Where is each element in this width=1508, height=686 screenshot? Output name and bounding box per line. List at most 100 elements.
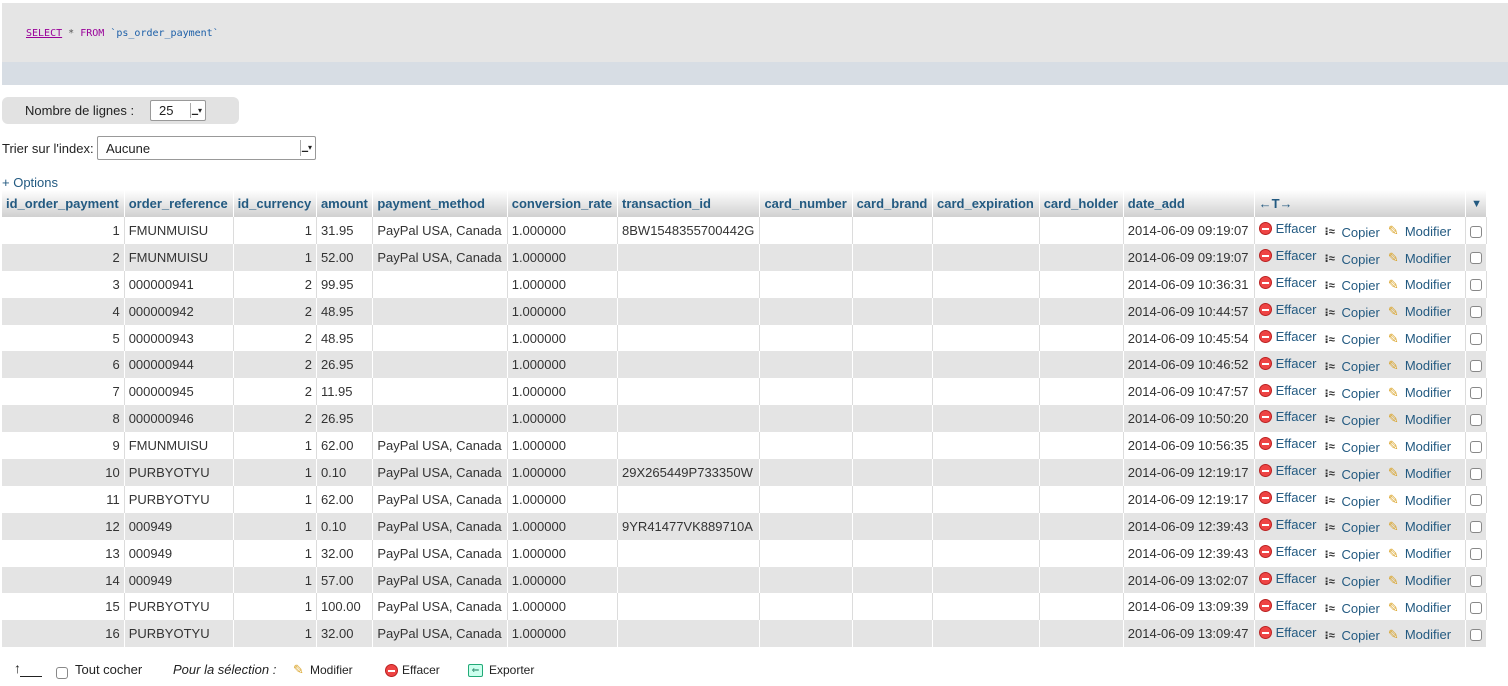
cell-transaction-id[interactable] bbox=[617, 243, 761, 271]
cell-card-brand[interactable] bbox=[852, 405, 934, 433]
cell-transaction-id[interactable] bbox=[617, 405, 761, 433]
cell-card-expiration[interactable] bbox=[932, 324, 1040, 352]
edit-button[interactable]: ✎ Modifier bbox=[1388, 519, 1451, 534]
cell-date-add[interactable]: 2014-06-09 10:45:54 bbox=[1123, 324, 1255, 352]
cell-date-add[interactable]: 2014-06-09 13:09:47 bbox=[1123, 620, 1255, 648]
cell-order-reference[interactable]: 000000941 bbox=[124, 270, 234, 298]
cell-id-currency[interactable]: 1 bbox=[233, 566, 317, 594]
cell-card-number[interactable] bbox=[759, 297, 853, 325]
cell-id-currency[interactable]: 2 bbox=[233, 270, 317, 298]
column-header-payment-method[interactable]: payment_method bbox=[372, 190, 508, 217]
cell-card-holder[interactable] bbox=[1039, 512, 1124, 540]
cell-payment-method[interactable] bbox=[372, 324, 508, 352]
cell-payment-method[interactable] bbox=[372, 405, 508, 433]
cell-payment-method[interactable]: PayPal USA, Canada bbox=[372, 432, 508, 460]
cell-card-brand[interactable] bbox=[852, 378, 934, 406]
cell-transaction-id[interactable] bbox=[617, 324, 761, 352]
edit-button[interactable]: ✎ Modifier bbox=[1388, 627, 1451, 642]
cell-id-currency[interactable]: 1 bbox=[233, 620, 317, 648]
cell-transaction-id[interactable] bbox=[617, 351, 761, 379]
cell-amount[interactable]: 0.10 bbox=[316, 512, 374, 540]
cell-card-holder[interactable] bbox=[1039, 243, 1124, 271]
cell-order-reference[interactable]: 000949 bbox=[124, 539, 234, 567]
edit-button[interactable]: ✎ Modifier bbox=[1388, 493, 1451, 508]
cell-date-add[interactable]: 2014-06-09 12:19:17 bbox=[1123, 459, 1255, 486]
cell-id-order-payment[interactable]: 2 bbox=[2, 243, 125, 271]
cell-card-holder[interactable] bbox=[1039, 324, 1124, 352]
cell-id-currency[interactable]: 1 bbox=[233, 512, 317, 540]
cell-id-order-payment[interactable]: 9 bbox=[2, 432, 125, 460]
cell-card-number[interactable] bbox=[759, 270, 853, 298]
cell-id-order-payment[interactable]: 14 bbox=[2, 566, 125, 594]
cell-card-number[interactable] bbox=[759, 566, 853, 594]
cell-transaction-id[interactable]: 29X265449P733350W bbox=[617, 459, 761, 486]
cell-id-currency[interactable]: 1 bbox=[233, 539, 317, 567]
cell-id-currency[interactable]: 1 bbox=[233, 593, 317, 621]
cell-card-brand[interactable] bbox=[852, 324, 934, 352]
edit-button[interactable]: ✎ Modifier bbox=[1388, 412, 1451, 427]
check-all-checkbox[interactable] bbox=[56, 667, 68, 679]
bulk-delete-button[interactable]: Effacer bbox=[385, 663, 440, 677]
cell-id-order-payment[interactable]: 1 bbox=[2, 217, 125, 244]
cell-payment-method[interactable]: PayPal USA, Canada bbox=[372, 485, 508, 513]
cell-id-order-payment[interactable]: 3 bbox=[2, 270, 125, 298]
sql-select-keyword[interactable]: SELECT bbox=[26, 28, 62, 39]
delete-button[interactable]: Effacer bbox=[1258, 221, 1317, 236]
cell-card-expiration[interactable] bbox=[932, 378, 1040, 406]
cell-card-expiration[interactable] bbox=[932, 512, 1040, 540]
cell-amount[interactable]: 57.00 bbox=[316, 566, 374, 594]
cell-conversion-rate[interactable]: 1.000000 bbox=[507, 566, 619, 594]
column-header-date-add[interactable]: date_add bbox=[1123, 190, 1255, 217]
cell-id-order-payment[interactable]: 15 bbox=[2, 593, 125, 621]
row-checkbox[interactable] bbox=[1470, 279, 1482, 292]
cell-order-reference[interactable]: PURBYOTYU bbox=[124, 459, 234, 486]
cell-id-order-payment[interactable]: 13 bbox=[2, 539, 125, 567]
cell-id-currency[interactable]: 1 bbox=[233, 432, 317, 460]
row-checkbox[interactable] bbox=[1470, 306, 1482, 319]
column-header-id-currency[interactable]: id_currency bbox=[233, 190, 317, 217]
edit-button[interactable]: ✎ Modifier bbox=[1388, 439, 1451, 454]
copy-button[interactable]: ⁝≈ Copier bbox=[1325, 305, 1380, 320]
cell-amount[interactable]: 26.95 bbox=[316, 351, 374, 379]
copy-button[interactable]: ⁝≈ Copier bbox=[1325, 359, 1380, 374]
edit-button[interactable]: ✎ Modifier bbox=[1388, 573, 1451, 588]
delete-button[interactable]: Effacer bbox=[1258, 436, 1317, 451]
cell-order-reference[interactable]: 000000945 bbox=[124, 378, 234, 406]
copy-button[interactable]: ⁝≈ Copier bbox=[1325, 332, 1380, 347]
cell-card-holder[interactable] bbox=[1039, 270, 1124, 298]
cell-payment-method[interactable]: PayPal USA, Canada bbox=[372, 459, 508, 486]
row-checkbox[interactable] bbox=[1470, 601, 1482, 614]
cell-card-holder[interactable] bbox=[1039, 432, 1124, 460]
cell-order-reference[interactable]: 000949 bbox=[124, 512, 234, 540]
cell-id-currency[interactable]: 2 bbox=[233, 378, 317, 406]
cell-conversion-rate[interactable]: 1.000000 bbox=[507, 378, 619, 406]
cell-id-currency[interactable]: 1 bbox=[233, 485, 317, 513]
cell-payment-method[interactable] bbox=[372, 378, 508, 406]
column-header-transaction-id[interactable]: transaction_id bbox=[617, 190, 761, 217]
cell-card-brand[interactable] bbox=[852, 485, 934, 513]
cell-date-add[interactable]: 2014-06-09 12:39:43 bbox=[1123, 539, 1255, 567]
cell-card-holder[interactable] bbox=[1039, 405, 1124, 433]
cell-amount[interactable]: 11.95 bbox=[316, 378, 374, 406]
cell-id-currency[interactable]: 1 bbox=[233, 243, 317, 271]
cell-conversion-rate[interactable]: 1.000000 bbox=[507, 459, 619, 486]
column-header-order-reference[interactable]: order_reference bbox=[124, 190, 234, 217]
cell-date-add[interactable]: 2014-06-09 10:56:35 bbox=[1123, 432, 1255, 460]
sql-query[interactable]: SELECT * FROM `ps_order_payment` bbox=[26, 28, 219, 39]
cell-order-reference[interactable]: FMUNMUISU bbox=[124, 432, 234, 460]
cell-card-holder[interactable] bbox=[1039, 459, 1124, 486]
cell-card-number[interactable] bbox=[759, 485, 853, 513]
cell-amount[interactable]: 48.95 bbox=[316, 324, 374, 352]
delete-button[interactable]: Effacer bbox=[1258, 544, 1317, 559]
cell-card-brand[interactable] bbox=[852, 351, 934, 379]
cell-card-expiration[interactable] bbox=[932, 297, 1040, 325]
cell-card-holder[interactable] bbox=[1039, 485, 1124, 513]
cell-payment-method[interactable] bbox=[372, 270, 508, 298]
cell-id-currency[interactable]: 1 bbox=[233, 459, 317, 486]
cell-card-brand[interactable] bbox=[852, 459, 934, 486]
copy-button[interactable]: ⁝≈ Copier bbox=[1325, 494, 1380, 509]
cell-amount[interactable]: 31.95 bbox=[316, 217, 374, 244]
row-checkbox[interactable] bbox=[1470, 548, 1482, 561]
cell-conversion-rate[interactable]: 1.000000 bbox=[507, 432, 619, 460]
edit-button[interactable]: ✎ Modifier bbox=[1388, 358, 1451, 373]
